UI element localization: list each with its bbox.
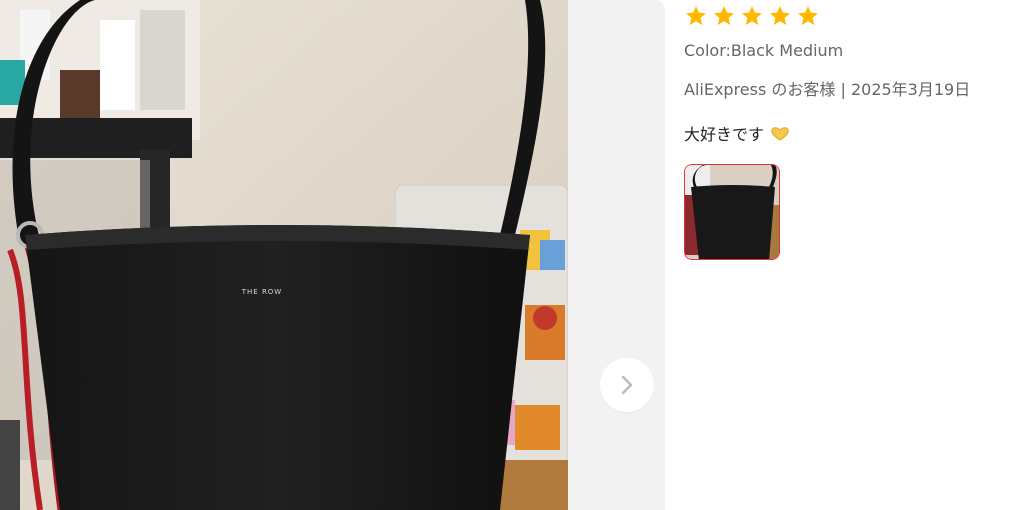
reviewer-meta: AliExpress のお客様 | 2025年3月19日 <box>684 80 971 99</box>
review-body: 大好きです <box>684 121 790 145</box>
star-icon <box>798 6 818 25</box>
chevron-right-icon <box>621 375 633 395</box>
bag-logo-text: THE ROW <box>241 288 282 296</box>
variant-color: Color:Black Medium <box>684 41 844 60</box>
review-photo: THE ROW <box>0 0 568 510</box>
heart-hands-icon <box>771 127 789 141</box>
thumbnail-photo <box>685 165 779 259</box>
bag-photo-illustration: THE ROW <box>0 0 568 510</box>
review-thumbnail-selected[interactable] <box>684 164 780 260</box>
star-icon <box>770 6 790 25</box>
review-image-viewer: THE ROW Color:Black Medium AliExpress のお… <box>0 0 1024 510</box>
star-icon <box>742 6 762 25</box>
next-image-button[interactable] <box>600 358 654 412</box>
star-icon <box>686 6 706 25</box>
review-text: 大好きです <box>684 125 765 144</box>
star-icon <box>714 6 734 25</box>
rating-stars <box>684 4 820 28</box>
photo-viewer-panel: THE ROW <box>0 0 665 510</box>
